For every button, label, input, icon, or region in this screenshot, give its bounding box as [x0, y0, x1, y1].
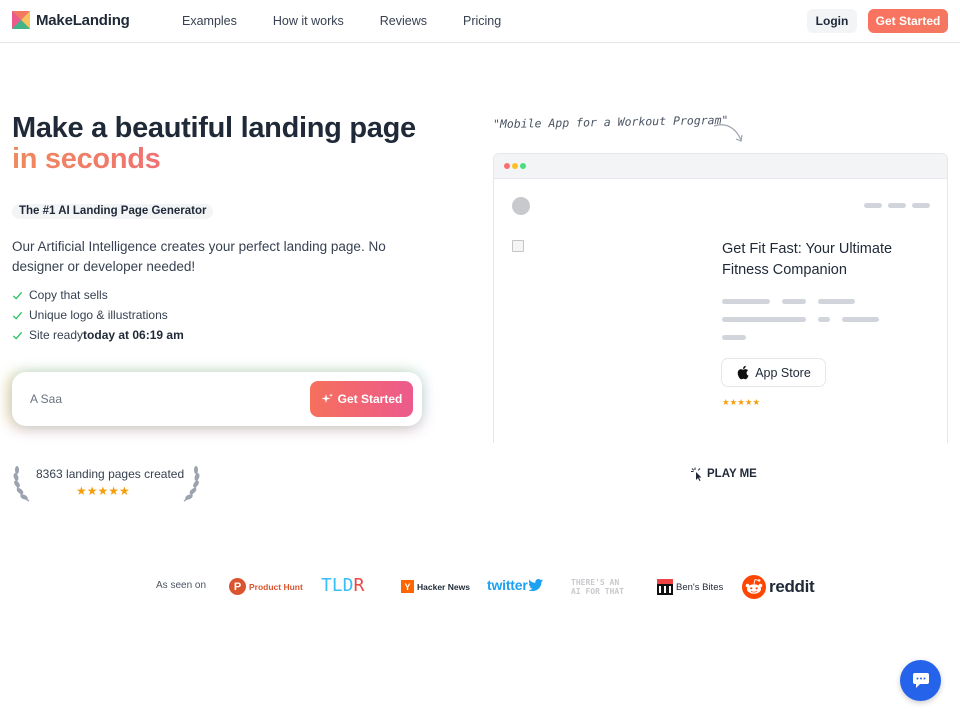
header-get-started-button[interactable]: Get Started — [868, 9, 948, 33]
tldr-prefix: TLD — [321, 575, 354, 596]
brand-name: MakeLanding — [36, 11, 130, 29]
preview-text-line — [722, 335, 746, 340]
twitter-logo: twitter — [487, 577, 543, 593]
site-header: MakeLanding Examples How it works Review… — [0, 0, 960, 43]
nav-link-pricing[interactable]: Pricing — [463, 14, 501, 28]
theres-an-ai-for-that-logo: THERE'S AN AI FOR THAT — [571, 578, 624, 596]
brand-link[interactable]: MakeLanding — [12, 11, 130, 29]
hacker-news-text: Hacker News — [417, 581, 470, 592]
check-icon — [12, 311, 23, 320]
envelope-logo-icon — [12, 11, 30, 29]
main-nav: Examples How it works Reviews Pricing — [182, 14, 537, 28]
curved-arrow-icon — [713, 124, 743, 142]
chat-bubble-icon — [912, 673, 929, 688]
tldr-suffix: R — [353, 575, 365, 596]
preview-nav-pill — [912, 203, 930, 208]
as-seen-on-label: As seen on — [156, 580, 207, 591]
hero-title-line1: Make a beautiful landing page — [12, 112, 416, 144]
feature-item: Copy that sells — [12, 285, 184, 305]
window-dot-yellow — [512, 163, 518, 169]
feature-time: today at 06:19 am — [83, 328, 184, 342]
preview-text-line — [818, 317, 830, 322]
product-hunt-icon: P — [229, 578, 246, 595]
feature-text: Unique logo & illustrations — [29, 308, 168, 322]
tldr-text: TLDR — [321, 575, 364, 596]
bens-bites-icon — [657, 579, 673, 595]
window-dot-red — [504, 163, 510, 169]
play-me-link[interactable]: PLAY ME — [690, 467, 757, 481]
play-me-label: PLAY ME — [707, 468, 757, 480]
preview-text-line — [818, 299, 855, 304]
preview-text-line — [782, 299, 806, 304]
preview-window-bar — [494, 154, 947, 179]
reddit-logo: reddit — [742, 575, 815, 599]
preview-text-line — [842, 317, 879, 322]
check-icon — [12, 331, 23, 340]
tldr-logo: TLDR — [321, 575, 364, 596]
feature-item: Site ready today at 06:19 am — [12, 325, 184, 345]
preview-caption: "Mobile App for a Workout Program" — [492, 112, 729, 132]
hero-get-started-label: Get Started — [337, 392, 403, 406]
chat-button[interactable] — [900, 660, 941, 701]
feature-item: Unique logo & illustrations — [12, 305, 184, 325]
hero-badge: The #1 AI Landing Page Generator — [12, 204, 214, 219]
click-pointer-icon — [691, 467, 702, 481]
twitter-bird-icon — [528, 579, 543, 591]
bens-bites-logo: Ben's Bites — [657, 579, 723, 595]
hero-get-started-button[interactable]: Get Started — [310, 381, 413, 417]
hero-title-highlight: in seconds — [12, 144, 416, 175]
counter-stars: ★★★★★ — [76, 484, 130, 498]
hero-description: Our Artificial Intelligence creates your… — [12, 239, 386, 274]
aift-line1: THERE'S AN — [571, 578, 620, 587]
reddit-text: reddit — [769, 577, 815, 596]
nav-link-reviews[interactable]: Reviews — [380, 14, 427, 28]
product-hunt-text: Product Hunt — [249, 581, 303, 592]
app-store-label: App Store — [755, 365, 811, 380]
hacker-news-logo: Y Hacker News — [401, 580, 470, 593]
hacker-news-icon: Y — [401, 580, 414, 593]
login-button[interactable]: Login — [807, 9, 857, 33]
preview-window: Get Fit Fast: Your Ultimate Fitness Comp… — [493, 153, 948, 443]
preview-heading: Get Fit Fast: Your Ultimate Fitness Comp… — [722, 241, 893, 278]
preview-text-line — [722, 317, 806, 322]
feature-text: Site ready — [29, 328, 84, 342]
apple-icon — [737, 365, 749, 380]
laurel-right-icon — [183, 466, 200, 502]
feature-text: Copy that sells — [29, 288, 108, 302]
prompt-input[interactable] — [30, 388, 290, 410]
preview-stars: ★★★★★ — [722, 397, 761, 407]
window-dot-green — [520, 163, 526, 169]
nav-link-examples[interactable]: Examples — [182, 14, 237, 28]
app-store-button[interactable]: App Store — [721, 358, 826, 387]
preview-broken-image — [512, 240, 524, 252]
preview-nav-pill — [864, 203, 882, 208]
laurel-left-icon — [13, 466, 30, 502]
aift-line2: AI FOR THAT — [571, 587, 624, 596]
hero-title: Make a beautiful landing page in seconds — [12, 113, 416, 175]
landing-pages-counter: 8363 landing pages created — [36, 467, 185, 481]
feature-list: Copy that sells Unique logo & illustrati… — [12, 285, 184, 345]
nav-link-how-it-works[interactable]: How it works — [273, 14, 344, 28]
check-icon — [12, 291, 23, 300]
product-hunt-logo: P Product Hunt — [229, 578, 303, 595]
twitter-text: twitter — [487, 577, 528, 593]
preview-text-line — [722, 299, 770, 304]
sparkle-icon — [321, 393, 333, 403]
bens-bites-text: Ben's Bites — [676, 581, 724, 593]
reddit-alien-icon — [742, 575, 766, 599]
preview-logo — [512, 197, 530, 215]
preview-nav-pill — [888, 203, 906, 208]
